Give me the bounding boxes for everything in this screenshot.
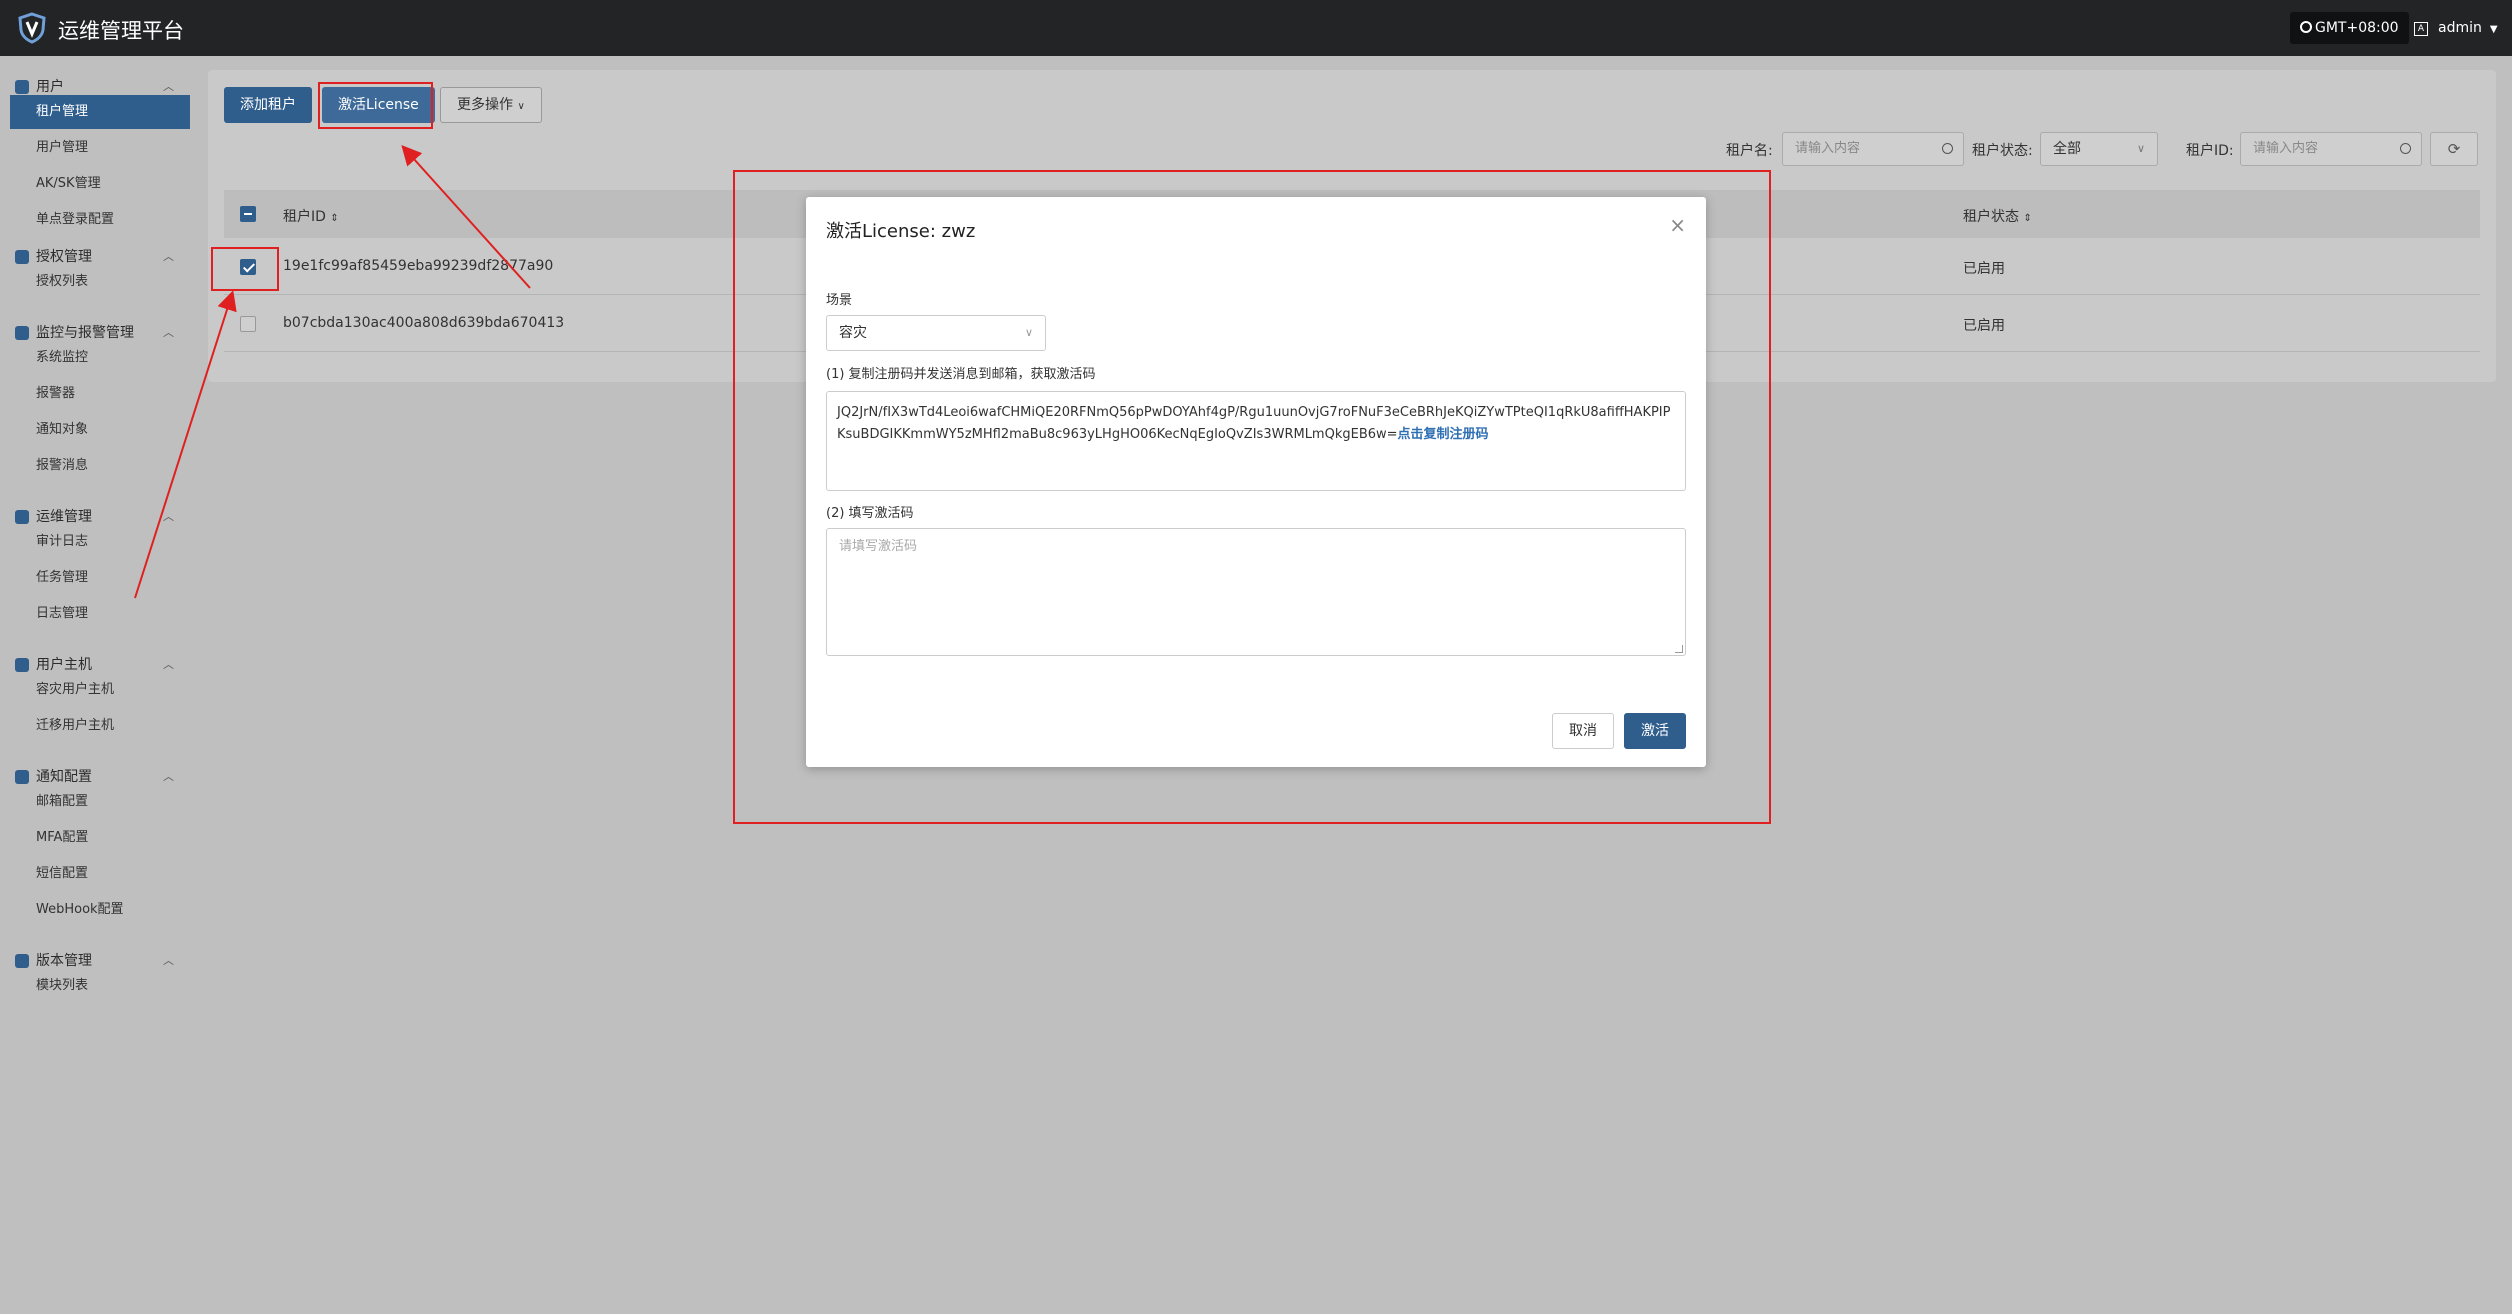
arrow-to-activate [401,145,531,289]
annotation-arrows [134,145,531,599]
arrow-to-checkbox [134,290,237,599]
